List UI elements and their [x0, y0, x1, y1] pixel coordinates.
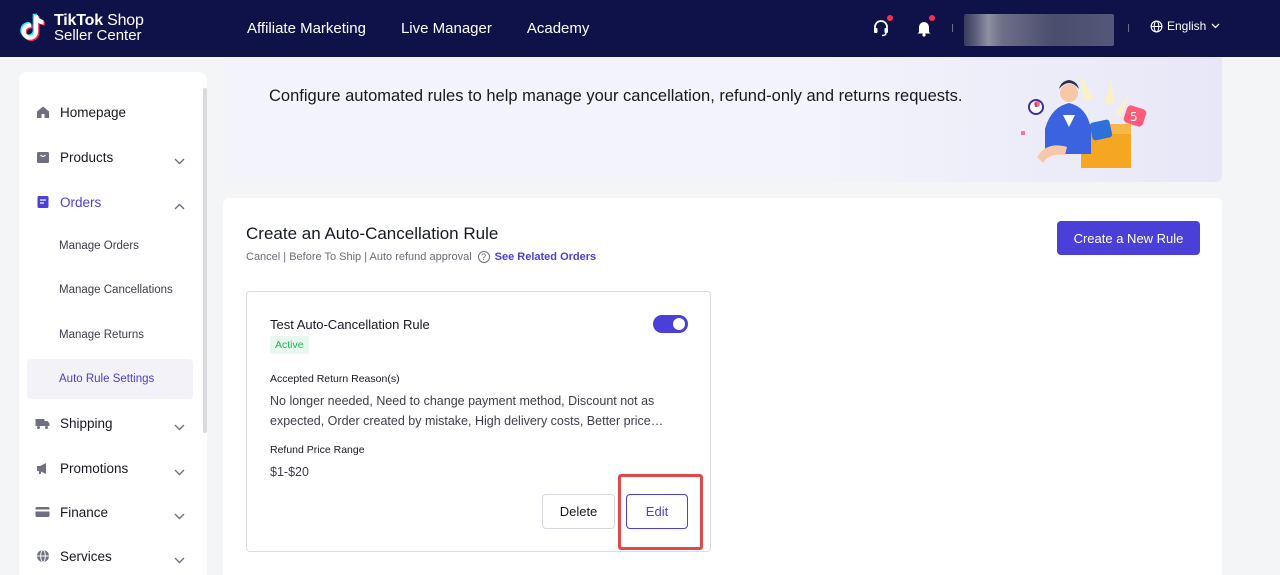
sidebar-item-label: Products	[60, 149, 114, 165]
language-label: English	[1167, 19, 1207, 33]
info-banner: Configure automated rules to help manage…	[223, 57, 1222, 182]
account-name-redacted[interactable]	[964, 14, 1114, 46]
refund-price-range-label: Refund Price Range	[270, 444, 365, 456]
header-divider	[952, 24, 953, 32]
nav-academy[interactable]: Academy	[527, 20, 590, 37]
sidebar-item-label: Promotions	[60, 460, 129, 476]
chevron-up-icon	[174, 197, 185, 215]
megaphone-icon	[35, 461, 50, 476]
globe-icon	[1150, 20, 1163, 33]
sidebar-sub-manage-returns[interactable]: Manage Returns	[27, 315, 193, 355]
truck-icon	[35, 416, 50, 431]
banner-text: Configure automated rules to help manage…	[269, 87, 963, 105]
sidebar-item-label: Services	[60, 548, 112, 564]
globe-icon	[35, 549, 50, 564]
sidebar-item-products[interactable]: Products	[35, 137, 195, 177]
chevron-down-icon	[174, 463, 185, 481]
sidebar-scrollbar[interactable]	[203, 88, 207, 433]
nav-affiliate-marketing[interactable]: Affiliate Marketing	[247, 20, 366, 37]
document-icon	[35, 195, 50, 210]
headset-support-icon[interactable]	[871, 18, 891, 38]
refund-price-range-value: $1-$20	[270, 465, 309, 479]
bag-icon	[35, 150, 50, 165]
chevron-down-icon	[174, 551, 185, 569]
sidebar-item-label: Finance	[60, 504, 109, 520]
sidebar-item-shipping[interactable]: Shipping	[35, 403, 195, 443]
sidebar-item-services[interactable]: Services	[35, 536, 195, 575]
tiktok-shop-logo[interactable]: TikTok Shop Seller Center	[18, 12, 144, 44]
help-icon[interactable]: ?	[477, 251, 490, 263]
chevron-down-icon	[174, 152, 185, 170]
rule-card: Test Auto-Cancellation Rule Active Accep…	[246, 291, 711, 552]
support-notification-dot	[887, 15, 893, 21]
home-icon	[35, 105, 50, 120]
rule-enabled-toggle[interactable]	[653, 315, 688, 333]
sidebar-item-label: Shipping	[60, 415, 113, 431]
sidebar-item-finance[interactable]: Finance	[35, 492, 195, 532]
sidebar-item-label: Orders	[60, 194, 102, 210]
rule-scope-text: Cancel | Before To Ship | Auto refund ap…	[246, 251, 472, 263]
nav-live-manager[interactable]: Live Manager	[401, 20, 492, 37]
bell-icon[interactable]	[914, 18, 934, 38]
status-badge: Active	[270, 336, 309, 354]
sidebar-item-homepage[interactable]: Homepage	[35, 92, 195, 132]
sidebar-item-orders[interactable]: Orders	[35, 182, 195, 222]
section-title: Create an Auto-Cancellation Rule	[246, 224, 499, 243]
tiktok-logo-icon	[18, 12, 48, 44]
delete-button[interactable]: Delete	[542, 494, 615, 529]
sidebar-sub-manage-cancellations[interactable]: Manage Cancellations	[27, 270, 193, 310]
accepted-reasons-label: Accepted Return Reason(s)	[270, 373, 400, 385]
create-new-rule-button[interactable]: Create a New Rule	[1057, 221, 1200, 255]
brand-seller-center: Seller Center	[54, 27, 142, 44]
chevron-down-icon	[1211, 23, 1220, 29]
sidebar: Homepage Products Orders Manage Orders M…	[19, 72, 207, 575]
auto-cancellation-section: Create an Auto-Cancellation Rule Cancel …	[223, 198, 1222, 575]
edit-button[interactable]: Edit	[626, 494, 688, 529]
language-selector[interactable]: English	[1150, 19, 1220, 33]
sidebar-item-label: Homepage	[60, 104, 127, 120]
sidebar-sub-auto-rule-settings[interactable]: Auto Rule Settings	[27, 359, 193, 399]
svg-text:5: 5	[1130, 110, 1138, 124]
see-related-orders-link[interactable]: See Related Orders	[495, 251, 597, 263]
rule-name: Test Auto-Cancellation Rule	[270, 317, 430, 332]
chevron-down-icon	[174, 507, 185, 525]
main-nav: Affiliate Marketing Live Manager Academy	[247, 0, 624, 57]
bell-notification-dot	[929, 15, 935, 21]
banner-illustration: 5	[1019, 69, 1159, 179]
header-divider	[1128, 24, 1129, 32]
top-navigation-bar: TikTok Shop Seller Center Affiliate Mark…	[0, 0, 1280, 57]
section-subtitle: Cancel | Before To Ship | Auto refund ap…	[246, 251, 596, 263]
sidebar-item-promotions[interactable]: Promotions	[35, 448, 195, 488]
card-icon	[35, 505, 50, 520]
toggle-knob	[673, 318, 685, 330]
sidebar-sub-manage-orders[interactable]: Manage Orders	[27, 226, 193, 266]
accepted-reasons-value: No longer needed, Need to change payment…	[270, 394, 655, 428]
chevron-down-icon	[174, 418, 185, 436]
